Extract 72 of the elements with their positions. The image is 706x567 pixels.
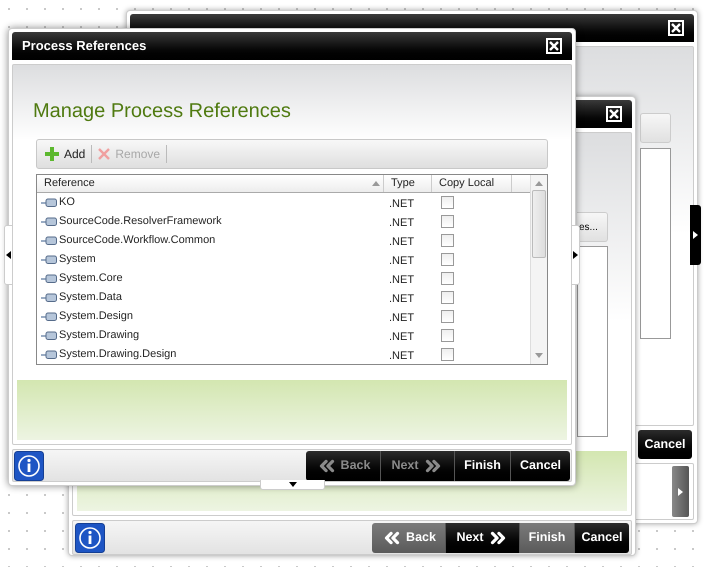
checkbox[interactable] (441, 234, 454, 247)
table-cell-text: System.Drawing.Design (59, 347, 176, 362)
scrollbar[interactable] (530, 175, 547, 364)
checkbox[interactable] (441, 310, 454, 323)
table-cell-text: System.Drawing (59, 328, 140, 344)
page-heading: Manage Process References (33, 100, 291, 122)
x-icon (98, 148, 110, 160)
scroll-up-icon[interactable] (535, 181, 543, 186)
checkbox[interactable] (441, 329, 454, 342)
table-cell: .NET (389, 330, 414, 343)
side-button[interactable] (640, 113, 671, 143)
assembly-icon (41, 312, 57, 321)
checkbox[interactable] (441, 348, 454, 361)
table-cell: .NET (389, 198, 414, 210)
column-header[interactable]: Copy Local (432, 175, 512, 192)
arrow-right-icon (678, 488, 683, 496)
assembly-icon (41, 236, 57, 245)
arrow-down-icon (288, 482, 296, 487)
assembly-icon (41, 274, 57, 283)
window-title: Process References (22, 37, 146, 56)
table-cell-text: KO (59, 195, 75, 210)
cancel-button[interactable]: Cancel (638, 430, 692, 459)
assembly-icon (41, 217, 57, 226)
table-cell-text: System.Core (59, 271, 123, 286)
arrow-right-icon (693, 231, 698, 239)
assembly-icon (41, 255, 57, 264)
checkbox[interactable] (441, 291, 454, 304)
close-icon[interactable] (668, 20, 684, 36)
info-icon[interactable] (75, 522, 105, 552)
table-cell-text: SourceCode.ResolverFramework (59, 214, 222, 230)
table-cell-text: System (59, 252, 96, 268)
wizard-button[interactable]: Finish (454, 450, 510, 480)
column-header[interactable]: Reference (37, 175, 384, 192)
add-button[interactable]: Add (45, 145, 86, 163)
wizard-button[interactable]: Cancel (510, 450, 570, 480)
table-cell: .NET (389, 350, 414, 362)
checkbox[interactable] (441, 215, 454, 228)
wizard-button[interactable]: Cancel (574, 522, 629, 552)
expand-tab[interactable] (672, 466, 689, 517)
bottom-tab[interactable] (260, 480, 325, 490)
checkbox[interactable] (441, 272, 454, 285)
plus-icon (45, 147, 59, 161)
arrow-left-icon (6, 251, 11, 259)
next-button[interactable]: Next (445, 522, 519, 552)
side-button[interactable]: es... (577, 212, 608, 242)
close-icon[interactable] (606, 106, 622, 122)
table-cell-text: System.Data (59, 290, 122, 306)
side-tab[interactable] (571, 225, 580, 285)
column-header[interactable]: Type (384, 175, 432, 192)
assembly-icon (41, 293, 57, 302)
checkbox[interactable] (441, 253, 454, 266)
wizard-button[interactable]: Finish (519, 522, 574, 552)
table-cell: .NET (389, 312, 414, 324)
table-cell: .NET (389, 274, 414, 286)
table-cell: .NET (389, 236, 414, 248)
scroll-down-icon[interactable] (535, 353, 543, 358)
table-cell-text: System.Design (59, 309, 133, 324)
table-cell: .NET (389, 216, 414, 229)
table-cell: .NET (389, 254, 414, 267)
checkbox[interactable] (441, 196, 454, 209)
table-cell-text: SourceCode.Workflow.Common (59, 233, 216, 248)
assembly-icon (41, 198, 57, 207)
assembly-icon (41, 350, 57, 359)
table-cell: .NET (389, 292, 414, 305)
assembly-icon (41, 331, 57, 340)
arrow-right-icon (573, 251, 578, 259)
back-button[interactable]: Back (372, 522, 445, 552)
info-icon[interactable] (14, 450, 44, 480)
scroll-thumb[interactable] (532, 190, 546, 258)
side-tab[interactable] (4, 225, 13, 285)
sort-arrow-icon (372, 181, 380, 186)
close-icon[interactable] (546, 38, 562, 54)
